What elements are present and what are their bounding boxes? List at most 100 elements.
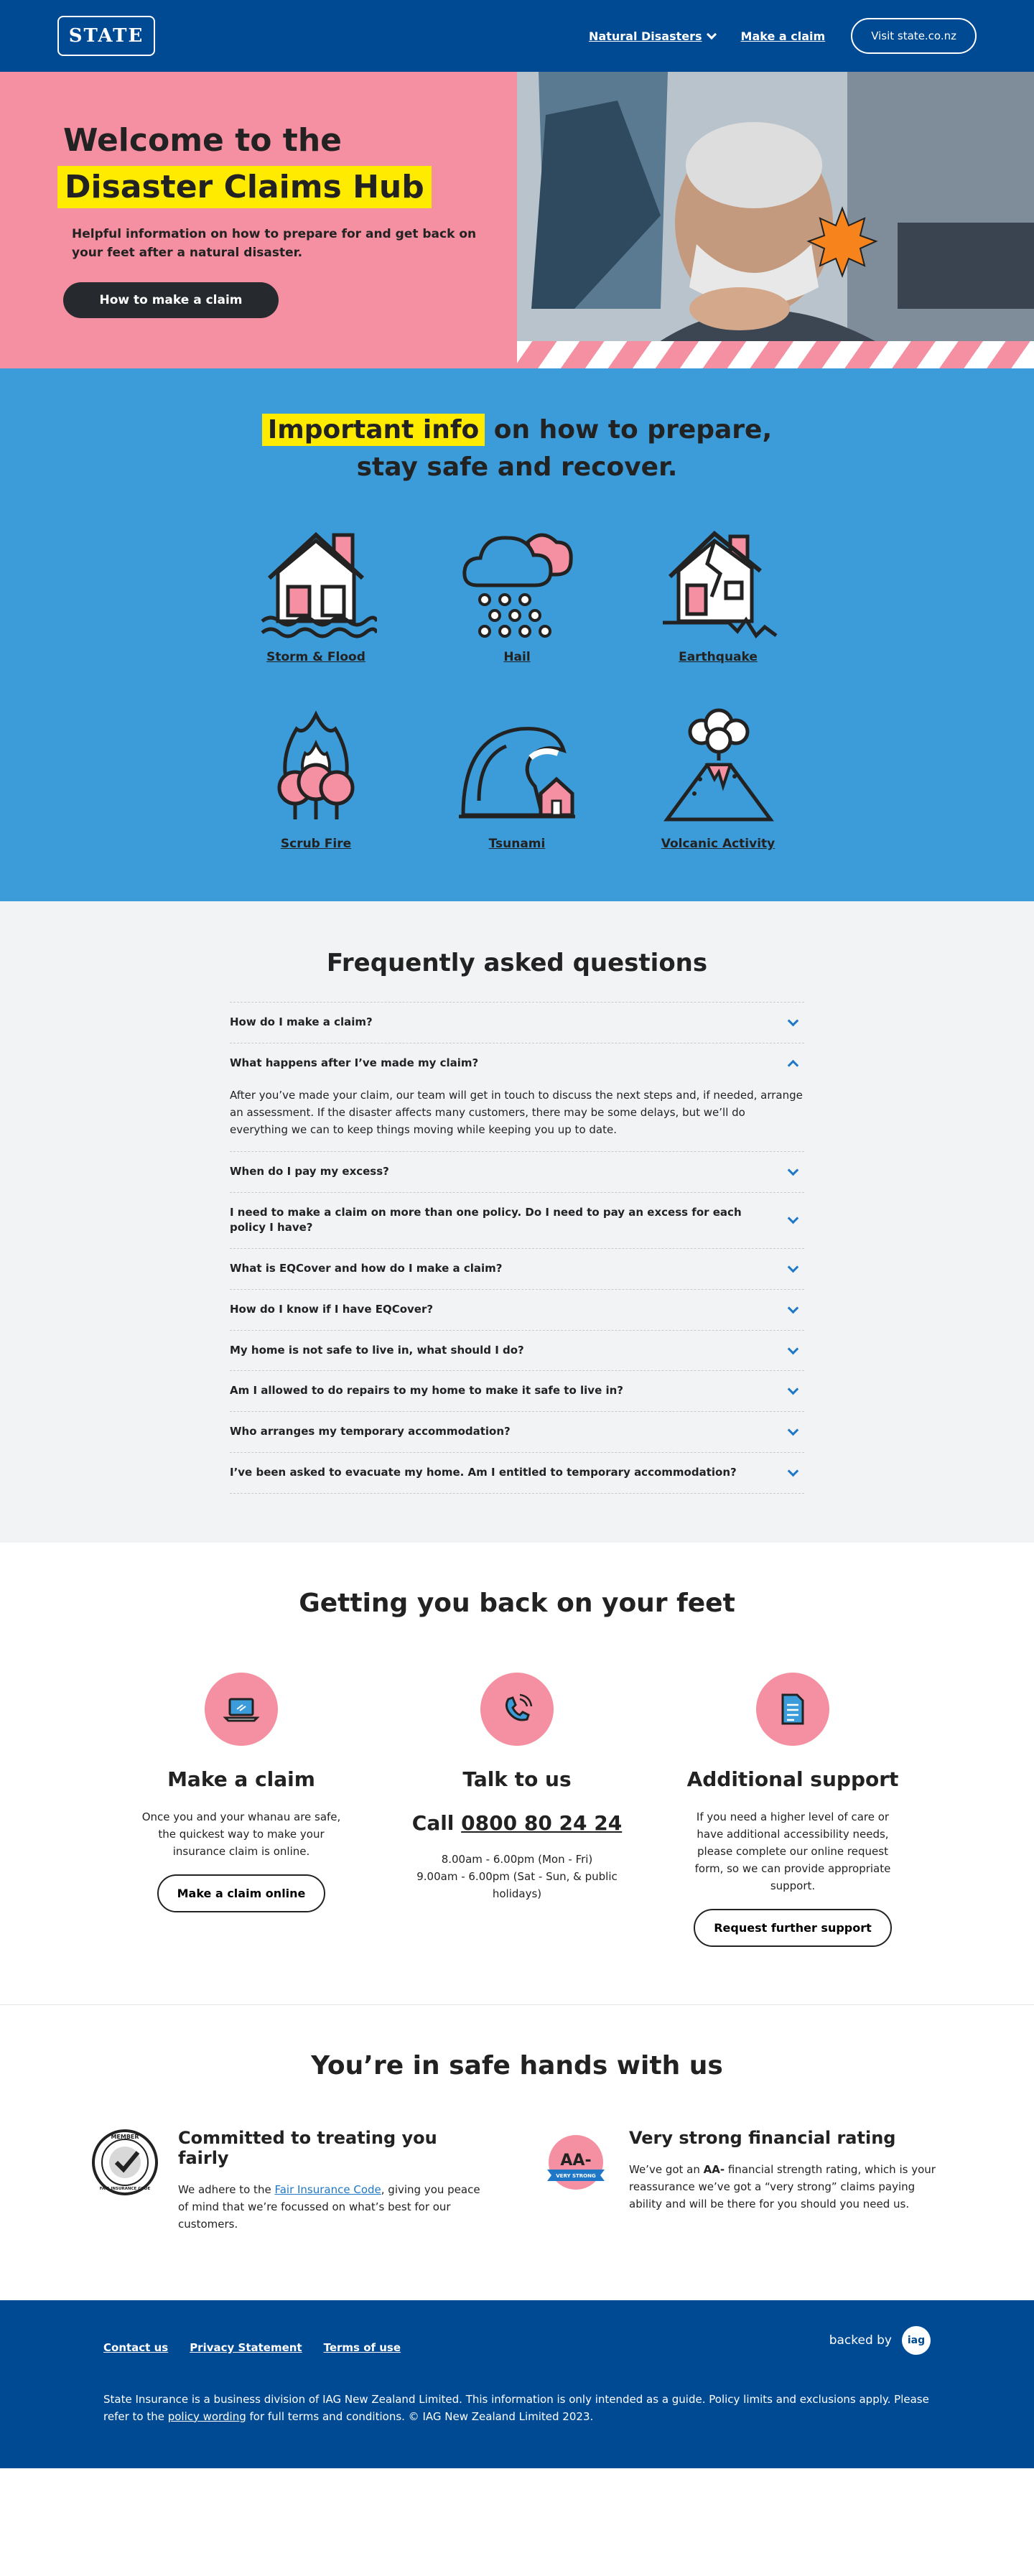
visit-state-button[interactable]: Visit state.co.nz xyxy=(851,18,977,54)
hazard-tsunami-link[interactable]: Tsunami xyxy=(489,837,546,851)
make-claim-online-button[interactable]: Make a claim online xyxy=(157,1874,326,1912)
fair-insurance-code-link[interactable]: Fair Insurance Code xyxy=(274,2183,381,2196)
fair-treatment-title: Committed to treating you fairly xyxy=(178,2127,437,2168)
volcano-icon xyxy=(663,708,774,822)
footer-text-post: for full terms and conditions. © IAG New… xyxy=(246,2409,594,2423)
hazard-grid: Storm & Flood Hail Earthquake Scrub Fire… xyxy=(0,521,1034,851)
hazard-storm-flood-link[interactable]: Storm & Flood xyxy=(266,650,365,664)
additional-support-title: Additional support xyxy=(686,1767,899,1791)
site-header: STATE Natural Disasters Make a claim Vis… xyxy=(0,0,1034,72)
make-claim-text: Once you and your whanau are safe, the q… xyxy=(141,1810,341,1858)
safe-hands-row: MEMBER FAIR INSURANCE CODE Committed to … xyxy=(0,2128,1034,2233)
faq-question-text: How do I make a claim? xyxy=(230,1015,373,1029)
faq-item: When do I pay my excess? xyxy=(230,1152,804,1193)
nav-natural-disasters[interactable]: Natural Disasters xyxy=(589,29,717,43)
how-to-make-claim-button[interactable]: How to make a claim xyxy=(63,282,279,318)
faq-question[interactable]: What is EQCover and how do I make a clai… xyxy=(230,1249,804,1289)
faq-item: My home is not safe to live in, what sho… xyxy=(230,1331,804,1372)
faq-question[interactable]: How do I make a claim? xyxy=(230,1003,804,1043)
hazard-scrub-fire-link[interactable]: Scrub Fire xyxy=(281,837,351,851)
chevron-down-icon xyxy=(787,1383,799,1395)
rating-text-bold: AA- xyxy=(703,2162,725,2176)
footer-contact-us[interactable]: Contact us xyxy=(103,2341,168,2354)
faq-question-text: Who arranges my temporary accommodation? xyxy=(230,1425,511,1438)
faq-question-text: What happens after I’ve made my claim? xyxy=(230,1056,479,1070)
faq-question-text: How do I know if I have EQCover? xyxy=(230,1302,434,1316)
fair-treatment-item: MEMBER FAIR INSURANCE CODE Committed to … xyxy=(90,2128,493,2233)
chevron-up-icon xyxy=(787,1059,799,1071)
hero: Welcome to the Disaster Claims Hub Helpf… xyxy=(0,72,1034,368)
hazard-earthquake-link[interactable]: Earthquake xyxy=(679,650,758,664)
support-columns: Make a claim Once you and your whanau ar… xyxy=(0,1672,1034,1947)
document-icon xyxy=(781,1693,804,1725)
hazard-tsunami[interactable]: Tsunami xyxy=(416,707,618,851)
important-info-highlight: Important info xyxy=(261,414,485,446)
footer-privacy-statement[interactable]: Privacy Statement xyxy=(190,2341,302,2354)
faq-question[interactable]: What happens after I’ve made my claim? xyxy=(230,1043,804,1084)
hazard-hail-link[interactable]: Hail xyxy=(503,650,530,664)
faq-question[interactable]: My home is not safe to live in, what sho… xyxy=(230,1331,804,1371)
fair-treatment-body: Committed to treating you fairly We adhe… xyxy=(178,2128,493,2233)
faq-question-text: When do I pay my excess? xyxy=(230,1164,389,1178)
faq-question[interactable]: Am I allowed to do repairs to my home to… xyxy=(230,1371,804,1411)
additional-support-text: If you need a higher level of care or ha… xyxy=(694,1810,891,1892)
faq-section: Frequently asked questions How do I make… xyxy=(0,901,1034,1543)
hazard-hail[interactable]: Hail xyxy=(416,521,618,664)
faq-question[interactable]: When do I pay my excess? xyxy=(230,1152,804,1192)
chevron-down-icon xyxy=(706,29,717,39)
footer-links: Contact us Privacy Statement Terms of us… xyxy=(103,2341,401,2354)
back-on-feet-section: Getting you back on your feet Make a cla… xyxy=(0,1543,1034,2004)
faq-question[interactable]: Who arranges my temporary accommodation? xyxy=(230,1412,804,1452)
phone-icon-circle xyxy=(480,1672,554,1746)
chevron-down-icon xyxy=(787,1343,799,1354)
make-claim-column: Make a claim Once you and your whanau ar… xyxy=(123,1672,360,1947)
hours-weekend: 9.00am - 6.00pm (Sat - Sun, & public hol… xyxy=(416,1869,618,1900)
hero-illustration xyxy=(517,72,1034,368)
make-claim-title: Make a claim xyxy=(167,1767,315,1791)
chevron-down-icon xyxy=(787,1164,799,1176)
phone-icon xyxy=(505,1693,533,1721)
phone-number-link[interactable]: 0800 80 24 24 xyxy=(461,1811,622,1835)
hail-cloud-icon xyxy=(462,533,573,638)
financial-rating-item: AA- VERY STRONG Very strong financial ra… xyxy=(541,2128,944,2233)
safe-hands-title: You’re in safe hands with us xyxy=(311,2050,723,2080)
faq-title: Frequently asked questions xyxy=(326,949,708,978)
chevron-down-icon xyxy=(787,1302,799,1314)
hero-text-panel: Welcome to the Disaster Claims Hub Helpf… xyxy=(0,72,517,368)
footer-terms-of-use[interactable]: Terms of use xyxy=(324,2341,401,2354)
important-info-title: Important info on how to prepare, stay s… xyxy=(0,411,1034,486)
request-further-support-button[interactable]: Request further support xyxy=(694,1908,892,1947)
talk-to-us-column: Talk to us Call 0800 80 24 24 8.00am - 6… xyxy=(399,1672,635,1947)
faq-item: How do I make a claim? xyxy=(230,1003,804,1044)
faq-question-text: What is EQCover and how do I make a clai… xyxy=(230,1262,503,1275)
faq-answer: After you’ve made your claim, our team w… xyxy=(230,1088,803,1136)
rating-grade-text: AA- xyxy=(560,2152,591,2170)
faq-question[interactable]: How do I know if I have EQCover? xyxy=(230,1290,804,1330)
chevron-down-icon xyxy=(787,1424,799,1436)
fair-treatment-text: We adhere to the Fair Insurance Code, gi… xyxy=(178,2181,493,2233)
fair-text-pre: We adhere to the xyxy=(178,2182,275,2196)
hazard-volcanic-activity-link[interactable]: Volcanic Activity xyxy=(661,837,776,851)
rating-text-pre: We’ve got an xyxy=(629,2162,704,2176)
main-nav: Natural Disasters Make a claim Visit sta… xyxy=(589,18,977,54)
document-icon-circle xyxy=(756,1672,829,1746)
safe-hands-section: You’re in safe hands with us MEMBER FAIR… xyxy=(0,2004,1034,2300)
iag-logo[interactable]: iag xyxy=(902,2325,931,2355)
policy-wording-link[interactable]: policy wording xyxy=(168,2410,246,2423)
state-logo[interactable]: STATE xyxy=(57,16,155,56)
hazard-scrub-fire[interactable]: Scrub Fire xyxy=(215,707,416,851)
house-flood-icon xyxy=(261,532,377,638)
hazard-volcanic-activity[interactable]: Volcanic Activity xyxy=(618,707,819,851)
hours-weekday: 8.00am - 6.00pm (Mon - Fri) xyxy=(441,1852,593,1866)
badge-member-text: MEMBER xyxy=(111,2134,139,2140)
hazard-storm-flood[interactable]: Storm & Flood xyxy=(215,521,416,664)
financial-rating-text: We’ve got an AA- financial strength rati… xyxy=(629,2161,944,2213)
backed-by-iag: backed by iag xyxy=(829,2325,931,2355)
hazard-earthquake[interactable]: Earthquake xyxy=(618,521,819,664)
faq-item: What is EQCover and how do I make a clai… xyxy=(230,1249,804,1290)
hazard-stripes xyxy=(517,341,1034,368)
faq-question[interactable]: I’ve been asked to evacuate my home. Am … xyxy=(230,1453,804,1493)
faq-question[interactable]: I need to make a claim on more than one … xyxy=(230,1193,804,1249)
nav-make-a-claim[interactable]: Make a claim xyxy=(741,29,826,43)
footer-top: Contact us Privacy Statement Terms of us… xyxy=(103,2325,931,2355)
